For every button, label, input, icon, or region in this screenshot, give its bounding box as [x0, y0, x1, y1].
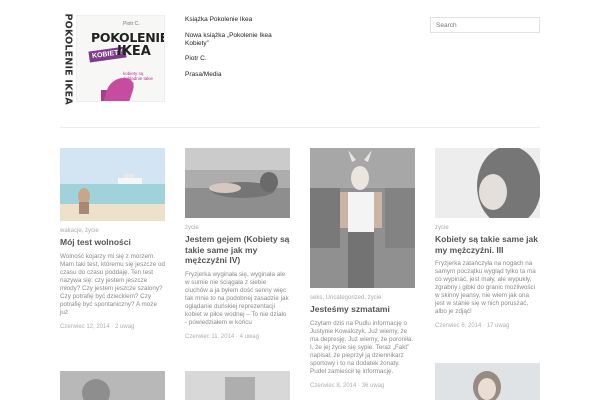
- post-excerpt: Czytam dziś na Pudlu informację o Justyn…: [310, 319, 414, 375]
- site-vertical-title[interactable]: POKOLENIE IKEA: [60, 14, 74, 105]
- top-nav: Książka Pokolenie Ikea Nowa książka „Pok…: [185, 16, 280, 87]
- post-category[interactable]: życie: [185, 224, 290, 232]
- post-thumbnail-next-1[interactable]: [60, 371, 165, 400]
- post-thumbnail-woman-bench[interactable]: [185, 148, 290, 218]
- shoe-graphic: [103, 78, 137, 101]
- post-category[interactable]: życie: [435, 224, 540, 232]
- post-thumbnail-next-3[interactable]: [435, 363, 540, 400]
- post-thumbnail-next-2[interactable]: [185, 371, 290, 400]
- post-title[interactable]: Jestem gejem (Kobiety są takie same jak …: [185, 234, 290, 266]
- book-cover-image[interactable]: Piotr C. POKOLENIE KOBIETY IKEA kobiety …: [76, 15, 165, 102]
- post-thumbnail-woman-hair[interactable]: [435, 148, 540, 218]
- post-excerpt: Fryzjerka zatańczyła na nogach na samym …: [435, 260, 536, 315]
- header-divider: [60, 127, 540, 128]
- post-card: seks, Uncategorized, życie Jesteśmy szma…: [310, 148, 415, 390]
- post-meta[interactable]: Czerwiec 12, 2014 · 2 uwag: [60, 323, 165, 331]
- book-title-line1: POKOLENIE: [91, 30, 165, 45]
- nav-item-prasa[interactable]: Prasa/Media: [185, 71, 280, 79]
- nav-item-piotr[interactable]: Piotr C.: [185, 55, 280, 63]
- post-category[interactable]: seks, Uncategorized, życie: [310, 294, 415, 302]
- book-author: Piotr C.: [123, 21, 140, 27]
- post-meta[interactable]: Czerwiec 6, 2014 · 17 uwag: [435, 322, 540, 330]
- post-title[interactable]: Mój test wolności: [60, 237, 165, 248]
- post-title[interactable]: Jesteśmy szmatami: [310, 304, 415, 315]
- nav-item-nowa-ksiazka[interactable]: Nowa książka „Pokolenie Ikea Kobiety”: [185, 32, 280, 48]
- search-input[interactable]: [430, 17, 540, 33]
- post-card: życie Jestem gejem (Kobiety są takie sam…: [185, 148, 290, 341]
- site-title-text[interactable]: POKOLENIE IKEA: [63, 14, 74, 105]
- post-meta[interactable]: Czerwiec 11, 2014 · 4 uwag: [185, 333, 290, 341]
- post-excerpt: Fryzjerka wyginała się, wyginała ale w s…: [185, 270, 289, 326]
- post-meta[interactable]: Czerwiec 8, 2014 · 36 uwag: [310, 382, 415, 390]
- post-card: życie Kobiety są takie same jak my mężcz…: [435, 148, 540, 330]
- nav-item-ksiazka[interactable]: Książka Pokolenie Ikea: [185, 16, 280, 24]
- post-excerpt: Wolność kojarzy mi się z morzem. Mam tak…: [60, 252, 165, 316]
- post-thumbnail-mask-man[interactable]: [310, 148, 415, 288]
- post-category[interactable]: wakacje, życie: [60, 227, 165, 235]
- book-title-line2: IKEA: [117, 44, 151, 59]
- post-title[interactable]: Kobiety są takie same jak my mężczyźni. …: [435, 234, 540, 255]
- post-card: wakacje, życie Mój test wolności Wolność…: [60, 148, 165, 331]
- post-thumbnail-beach[interactable]: [60, 148, 165, 221]
